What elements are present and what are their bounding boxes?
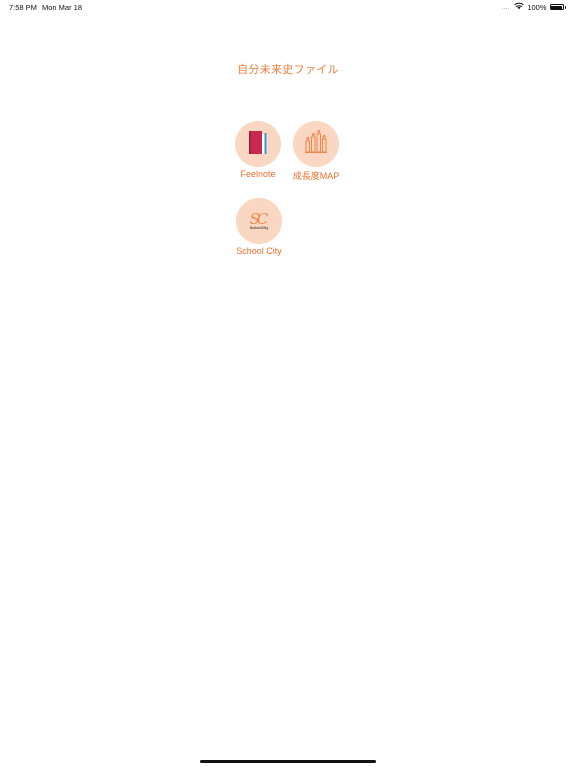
school-city-logo-icon: SC SchoolCity [249, 209, 269, 231]
wifi-icon [514, 2, 525, 12]
battery-cap [564, 5, 566, 9]
page-title: 自分未来史ファイル [237, 64, 339, 76]
app-feelnote-label: Feelnote [240, 169, 276, 179]
school-city-logo-text: SchoolCity [249, 225, 269, 230]
battery-percent: 100% [527, 2, 547, 12]
battery-fill [551, 5, 562, 9]
school-city-logo-mark: SC [249, 209, 269, 228]
battery-icon [549, 4, 564, 10]
books-icon [244, 128, 272, 161]
app-growth-map-label: 成長度MAP [292, 171, 340, 181]
app-growth-map-icon-circle [293, 121, 339, 167]
status-date: Mon Mar 18 [42, 3, 83, 12]
home-indicator[interactable] [200, 760, 376, 763]
app-school-city-icon-circle: SC SchoolCity [236, 198, 282, 244]
app-school-city-button[interactable]: SC SchoolCity School City [219, 198, 299, 256]
cellular-signal-icon: .... [501, 3, 510, 11]
status-bar: 7:58 PM Mon Mar 18 .... 100% [0, 0, 576, 14]
status-time: 7:58 PM [9, 3, 37, 12]
app-growth-map-button[interactable]: 成長度MAP [276, 121, 356, 182]
status-indicators: .... 100% [502, 2, 566, 12]
bar-chart-icon [303, 129, 329, 160]
app-feelnote-icon-circle [235, 121, 281, 167]
app-school-city-label: School City [236, 246, 282, 256]
